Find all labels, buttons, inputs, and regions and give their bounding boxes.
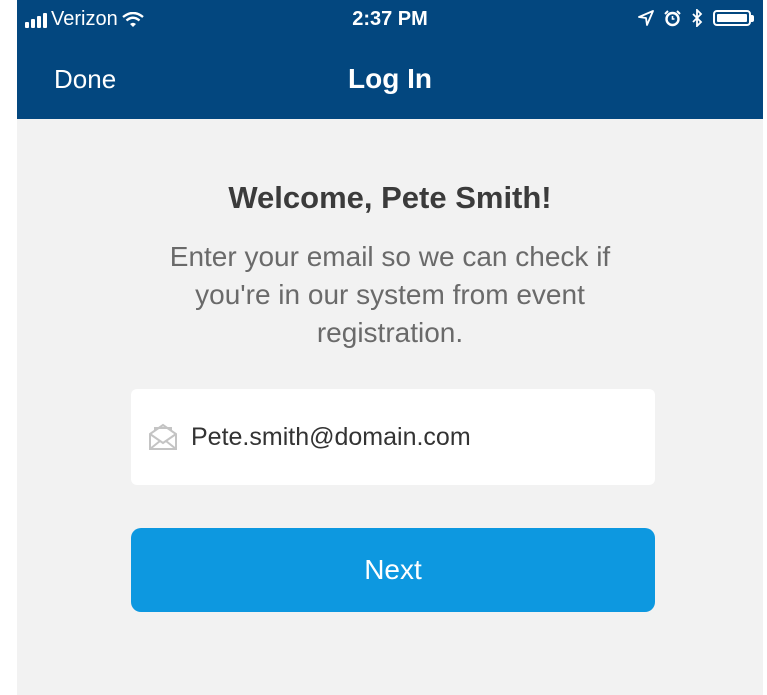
envelope-icon	[149, 423, 177, 450]
alarm-icon	[664, 9, 681, 26]
status-icons	[638, 9, 754, 27]
email-value: Pete.smith@domain.com	[191, 422, 471, 451]
page-title: Log In	[348, 63, 432, 94]
battery-icon	[713, 10, 754, 26]
email-field[interactable]: Pete.smith@domain.com	[131, 389, 655, 485]
next-button-label: Next	[364, 554, 422, 585]
welcome-heading: Welcome, Pete Smith!	[228, 180, 552, 215]
location-arrow-icon	[638, 10, 654, 26]
navigation-bar: Done Log In	[17, 50, 763, 110]
bluetooth-icon	[692, 9, 703, 27]
next-button[interactable]: Next	[131, 528, 655, 612]
status-bar: Verizon 2:37 PM	[17, 0, 763, 44]
top-bar: Verizon 2:37 PM Done Log In	[17, 0, 763, 119]
login-screen: Verizon 2:37 PM Done Log In Welcome, Pet…	[17, 0, 763, 695]
instruction-text: Enter your email so we can check if you'…	[169, 241, 611, 348]
